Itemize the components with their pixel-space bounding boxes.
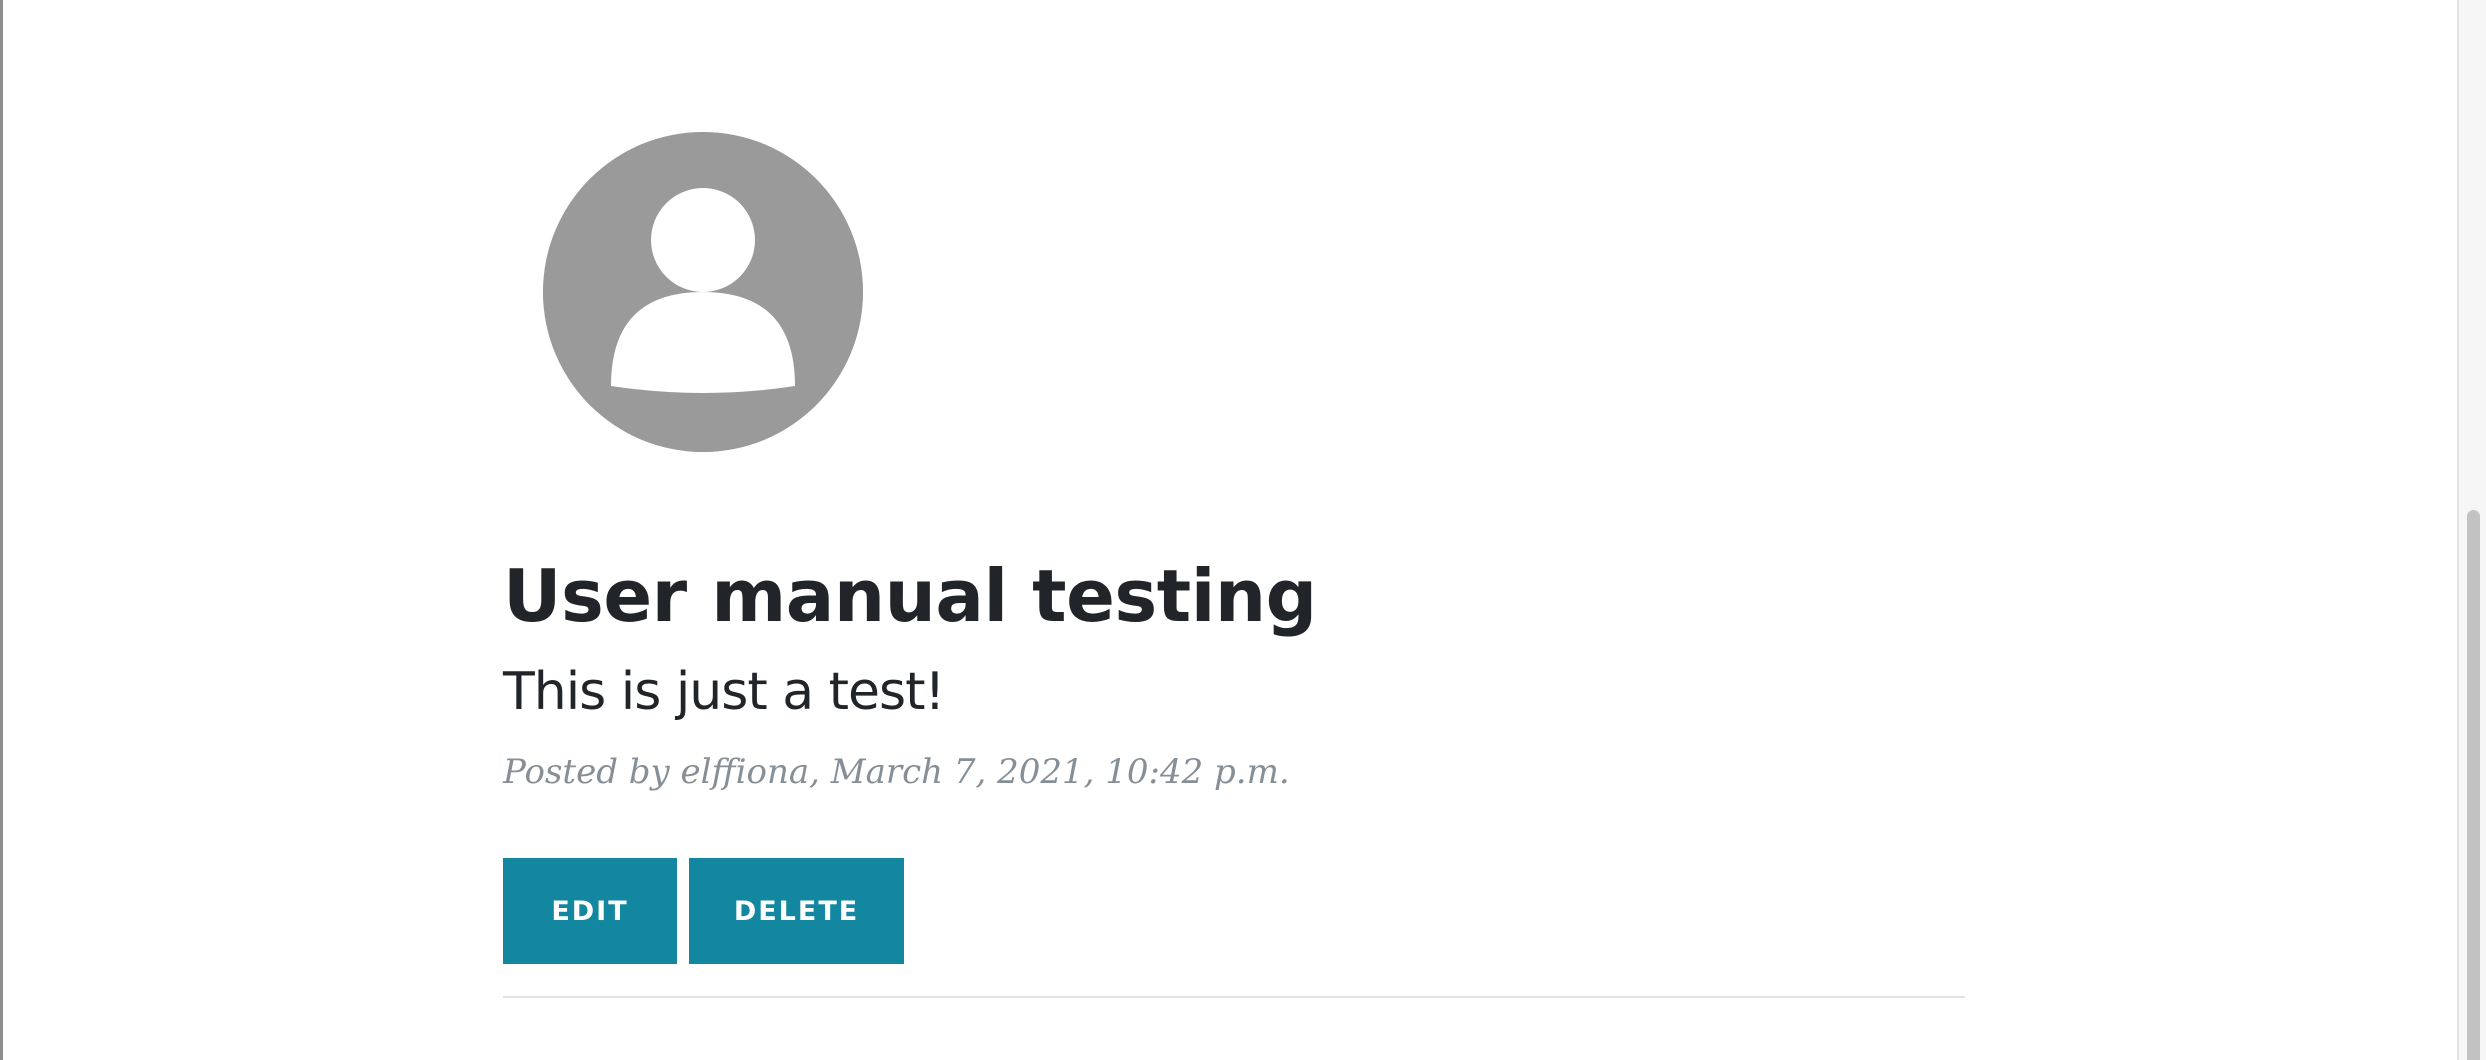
vertical-scrollbar[interactable] bbox=[2457, 0, 2486, 1060]
default-avatar-image bbox=[543, 132, 863, 452]
user-avatar-icon bbox=[543, 132, 863, 452]
post-body: This is just a test! bbox=[503, 662, 945, 722]
post-actions: EDIT DELETE bbox=[503, 858, 904, 964]
post-meta: Posted by elffiona, March 7, 2021, 10:42… bbox=[503, 752, 1290, 792]
browser-viewport: User manual testing This is just a test!… bbox=[0, 0, 2486, 1060]
edit-button[interactable]: EDIT bbox=[503, 858, 677, 964]
post-divider bbox=[503, 996, 1965, 998]
delete-button[interactable]: DELETE bbox=[689, 858, 904, 964]
scrollbar-thumb[interactable] bbox=[2467, 510, 2480, 1060]
post-title: User manual testing bbox=[503, 554, 1317, 638]
